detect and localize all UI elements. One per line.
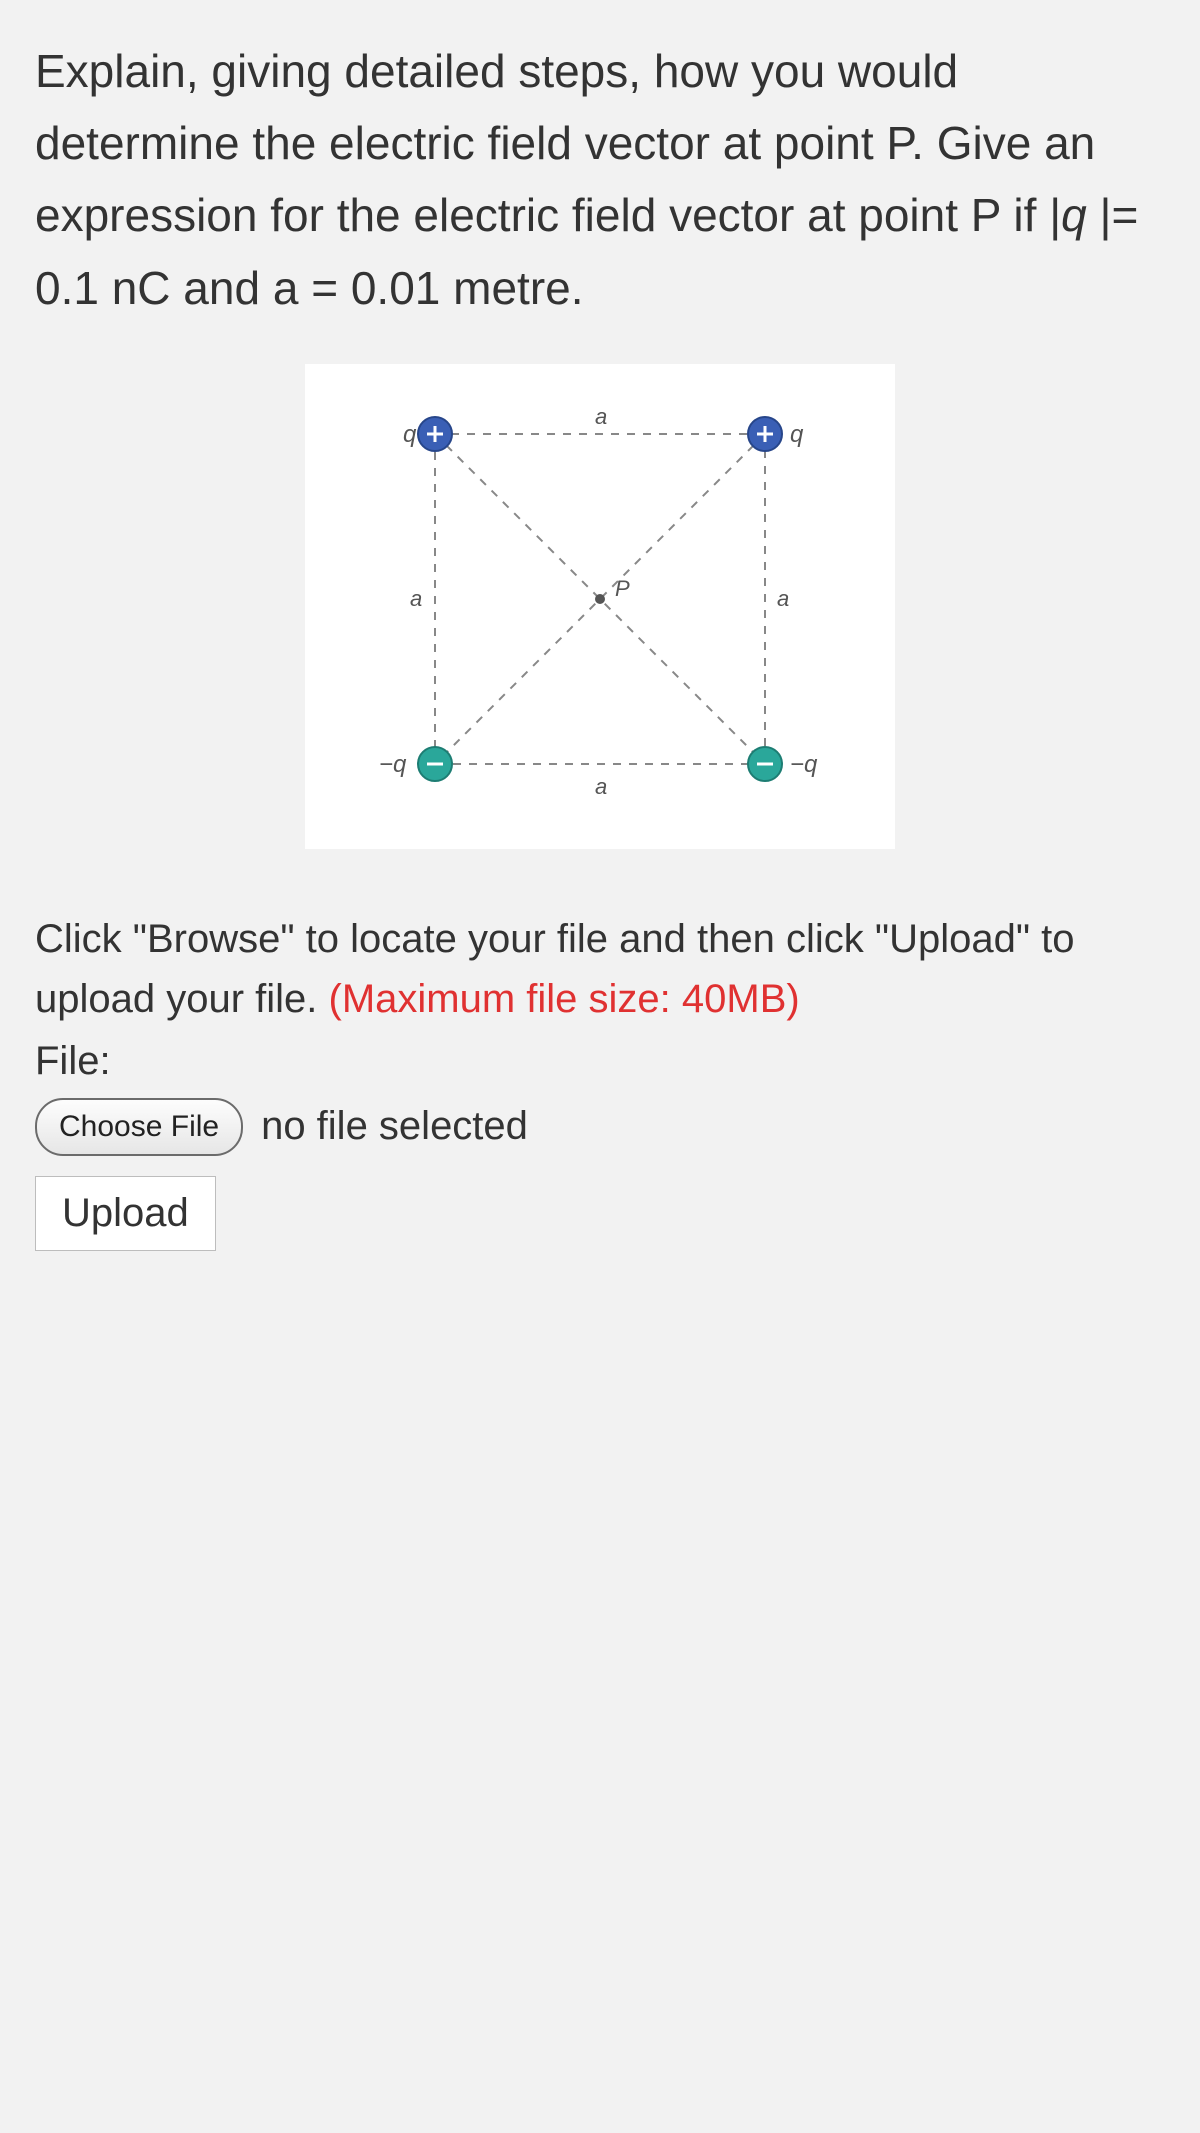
- charge-label-tr: q: [790, 421, 804, 448]
- side-label-right: a: [777, 586, 789, 611]
- center-label: P: [615, 576, 630, 601]
- no-file-selected-text: no file selected: [261, 1104, 528, 1149]
- file-label: File:: [35, 1039, 1165, 1084]
- charge-label-br: −q: [790, 751, 818, 778]
- diagram-container: P a a a a q q −q: [35, 364, 1165, 849]
- side-label-top: a: [595, 404, 607, 429]
- question-text: Explain, giving detailed steps, how you …: [35, 35, 1165, 324]
- choose-file-button[interactable]: Choose File: [35, 1098, 243, 1156]
- charge-diagram: P a a a a q q −q: [305, 364, 895, 849]
- file-chooser-row: Choose File no file selected: [35, 1098, 1165, 1156]
- question-prefix: Explain, giving detailed steps, how you …: [35, 45, 1095, 241]
- diagram-svg: P a a a a q q −q: [365, 394, 835, 814]
- charge-label-tl: q: [403, 421, 417, 448]
- charge-bottom-right: −q: [748, 747, 818, 781]
- upload-button[interactable]: Upload: [35, 1176, 216, 1251]
- side-label-bottom: a: [595, 774, 607, 799]
- charge-bottom-left: −q: [379, 747, 452, 781]
- instructions-limit: (Maximum file size: 40MB): [329, 977, 800, 1021]
- charge-top-left: q: [403, 417, 452, 451]
- upload-instructions: Click "Browse" to locate your file and t…: [35, 909, 1165, 1029]
- charge-top-right: q: [748, 417, 804, 451]
- charge-label-bl: −q: [379, 751, 407, 778]
- side-label-left: a: [410, 586, 422, 611]
- variable-q: q: [1061, 189, 1099, 241]
